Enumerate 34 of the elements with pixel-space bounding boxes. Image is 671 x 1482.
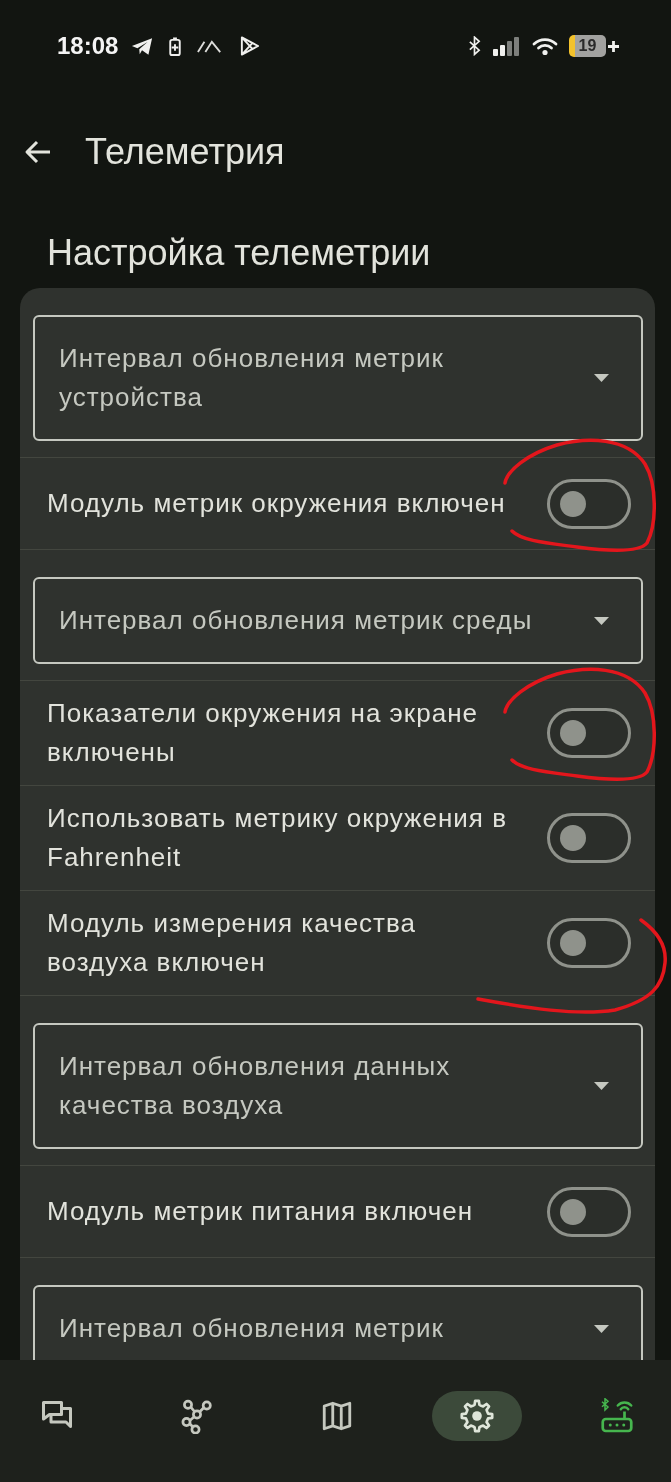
back-arrow-icon[interactable] <box>24 139 52 165</box>
battery-level: 19 <box>569 35 606 57</box>
settings-icon <box>459 1398 495 1434</box>
interval-dropdown[interactable]: Интервал обновления данных качества воздуха <box>33 1023 643 1149</box>
interval-dropdown[interactable]: Интервал обновления метрик устройства <box>33 315 643 441</box>
setting-label: Показатели окружения на экране включены <box>47 697 479 769</box>
map-icon <box>320 1399 354 1433</box>
nodes-icon <box>179 1398 215 1434</box>
toggle-switch[interactable] <box>547 708 631 758</box>
setting-label: Модуль измерения качества воздуха включен <box>47 907 417 979</box>
screen-title: Телеметрия <box>85 130 285 174</box>
wifi-icon <box>532 36 558 56</box>
clock-time: 18:08 <box>57 34 119 58</box>
caret-down-icon <box>594 1324 609 1333</box>
charging-plus-icon <box>607 39 620 53</box>
bluetooth-icon <box>468 36 481 56</box>
play-triangle-icon <box>239 35 261 57</box>
caret-down-icon <box>594 374 609 382</box>
signal-icon <box>493 36 520 56</box>
paper-plane-icon <box>131 36 154 56</box>
battery-plus-icon <box>169 36 182 56</box>
setting-label: Модуль метрик питания включен <box>47 1195 474 1228</box>
caret-down-icon <box>594 616 609 625</box>
toggle-switch[interactable] <box>547 918 631 968</box>
slash-chevron-icon <box>197 39 224 53</box>
section-heading: Настройка телеметрии <box>47 233 431 273</box>
toggle-switch[interactable] <box>547 1186 631 1237</box>
toggle-switch[interactable] <box>547 478 631 529</box>
setting-label: Использовать метрику окружения в Fahrenheit <box>47 802 508 874</box>
setting-label: Модуль метрик окружения включен <box>47 487 506 520</box>
caret-down-icon <box>594 1082 609 1090</box>
interval-dropdown[interactable]: Интервал обновления метрик среды <box>33 577 643 664</box>
toggle-switch[interactable] <box>547 813 631 863</box>
settings-tab[interactable] <box>432 1391 522 1441</box>
